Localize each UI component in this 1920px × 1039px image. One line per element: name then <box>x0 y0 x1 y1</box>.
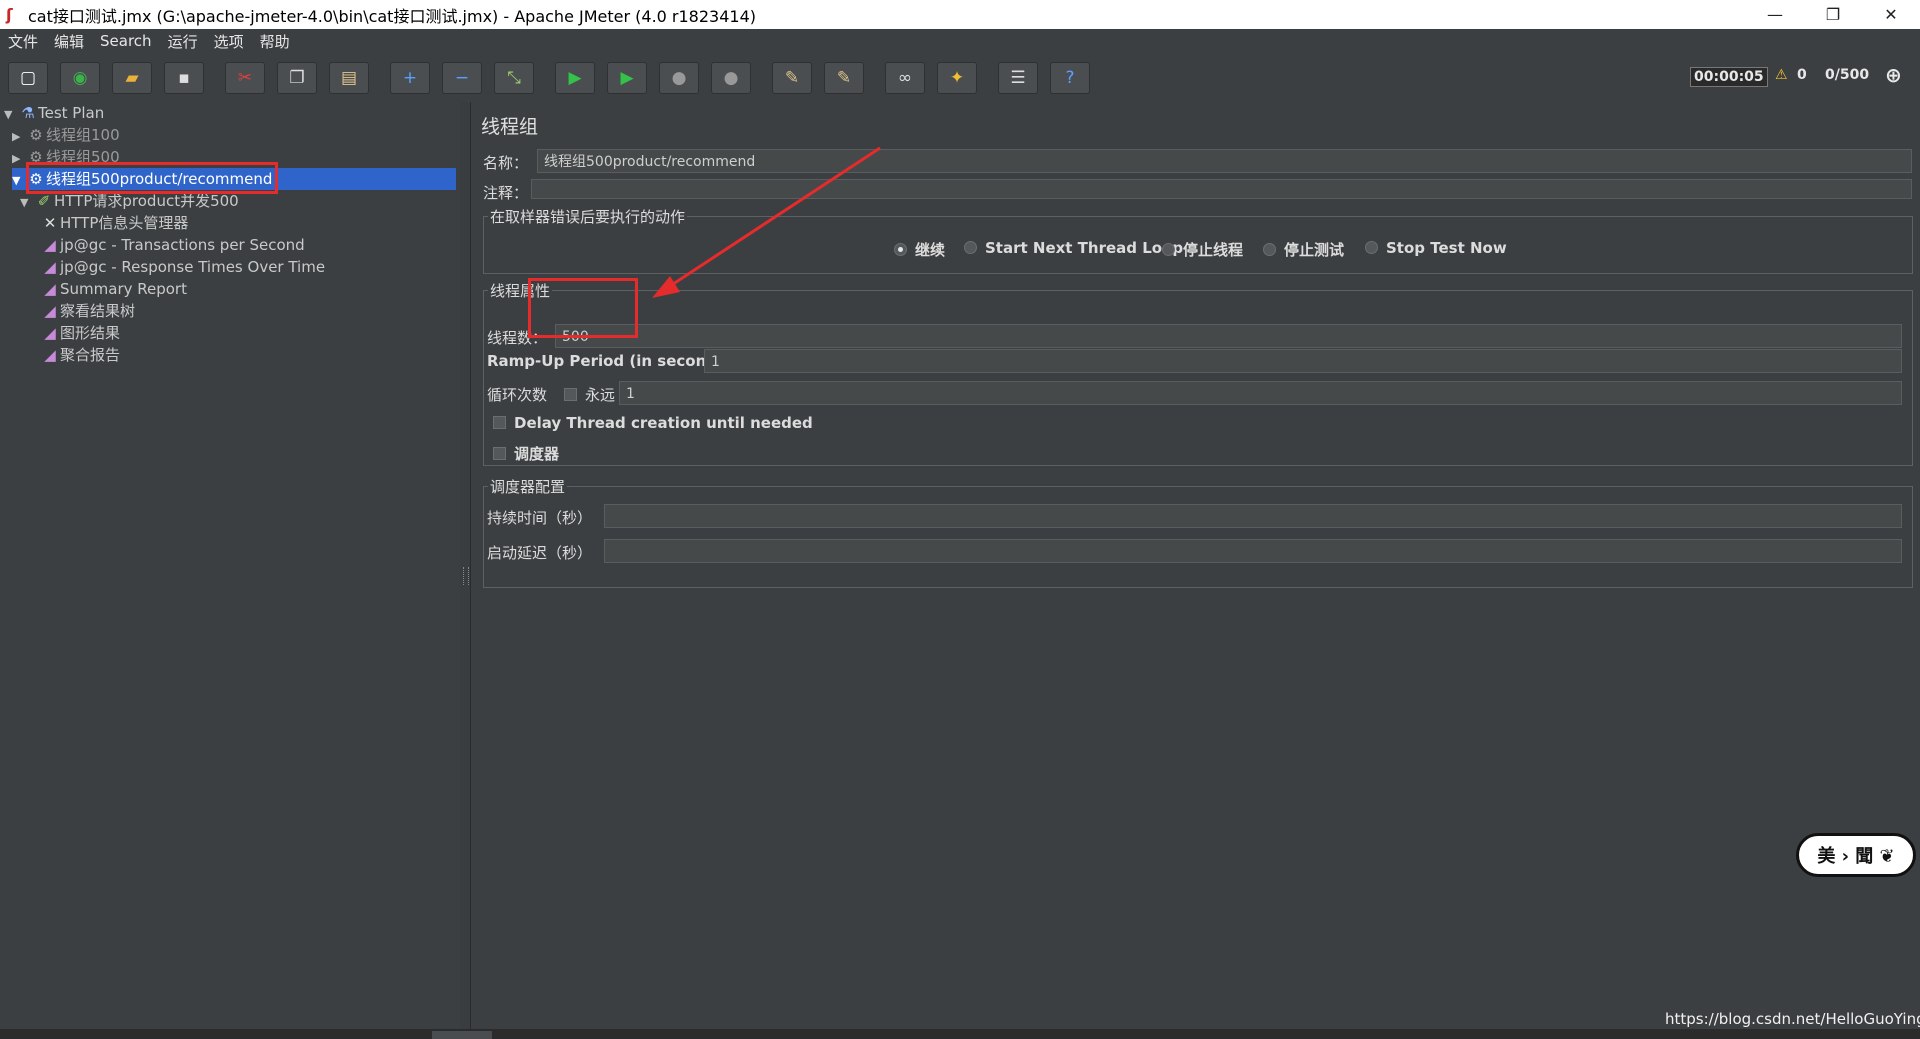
scrollbar-thumb[interactable] <box>432 1031 492 1039</box>
annotation-arrow <box>652 146 881 298</box>
annotation-arrow-line <box>663 146 881 292</box>
annotation-arrowhead <box>652 276 680 298</box>
sticker-badge: 美 › 聞 ❦ <box>1796 833 1916 877</box>
horizontal-scrollbar[interactable] <box>0 1029 1920 1039</box>
watermark-text: https://blog.csdn.net/HelloGuoYing <box>1665 1010 1920 1028</box>
